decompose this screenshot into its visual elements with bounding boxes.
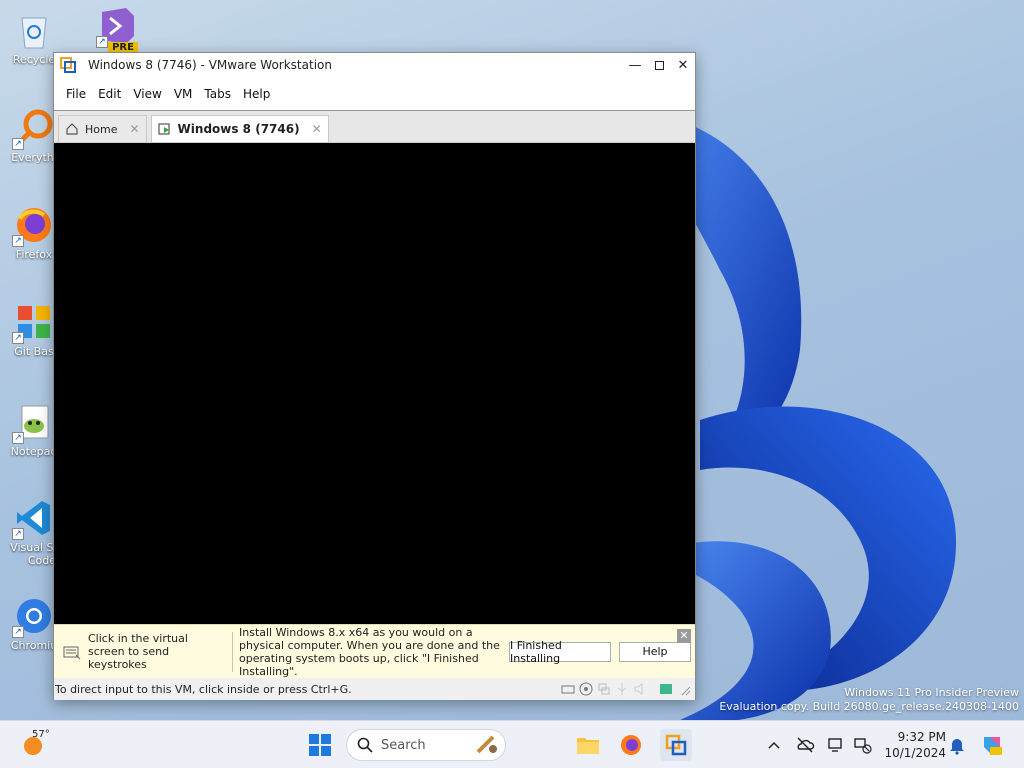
shortcut-arrow-icon: ↗ — [12, 626, 24, 638]
clock-time: 9:32 PM — [897, 730, 946, 744]
search-highlight-icon — [476, 735, 497, 754]
sound-card-icon[interactable] — [633, 682, 647, 696]
maximize-icon — [654, 60, 664, 70]
divider — [232, 631, 233, 672]
display-icon[interactable] — [659, 682, 673, 696]
shortcut-arrow-icon: ↗ — [12, 432, 24, 444]
notepad-plus-plus-icon: ↗ — [12, 402, 54, 444]
tab-label: Windows 8 (7746) — [177, 122, 300, 136]
firefox-icon — [621, 735, 641, 755]
vm-display[interactable] — [54, 143, 695, 624]
clock-date: 10/1/2024 — [884, 746, 946, 760]
taskbar-file-explorer[interactable] — [572, 729, 604, 761]
minimize-button[interactable]: — — [623, 54, 647, 76]
tab-bar: Home ✕ Windows 8 (7746) ✕ — [54, 111, 695, 143]
minimize-icon: — — [628, 57, 642, 73]
tab-label: Home — [85, 122, 118, 136]
shortcut-arrow-icon: ↗ — [96, 36, 108, 48]
keyboard-icon — [63, 646, 81, 659]
tab-home[interactable]: Home ✕ — [58, 115, 147, 142]
menu-help[interactable]: Help — [237, 87, 276, 101]
onedrive-offline-icon[interactable] — [795, 735, 815, 755]
copilot-icon[interactable] — [980, 733, 1004, 757]
recycle-bin-icon — [14, 10, 54, 50]
vmware-icon — [60, 57, 76, 73]
close-icon: ✕ — [677, 57, 689, 73]
display-monitor-icon[interactable] — [826, 735, 846, 755]
network-adapter-icon[interactable] — [597, 682, 611, 696]
usb-icon[interactable] — [615, 682, 629, 696]
menu-vm[interactable]: VM — [168, 87, 199, 101]
title-bar[interactable]: Windows 8 (7746) - VMware Workstation — … — [54, 53, 695, 77]
taskbar-clock[interactable]: 9:32 PM 10/1/2024 — [880, 729, 946, 761]
vm-icon — [157, 123, 170, 135]
hard-disk-icon[interactable] — [561, 682, 575, 696]
tab-close-icon[interactable]: ✕ — [129, 122, 139, 136]
chromium-icon: ↗ — [12, 596, 54, 638]
install-notification-bar: Click in the virtual screen to send keys… — [54, 624, 695, 678]
close-button[interactable]: ✕ — [671, 54, 695, 76]
help-button[interactable]: Help — [619, 641, 691, 662]
visual-studio-preview-icon: ↗ — [96, 6, 138, 48]
taskbar-search-box[interactable]: Search — [346, 729, 506, 761]
vmware-icon — [665, 734, 687, 756]
watermark-line-2: Evaluation copy. Build 26080.ge_release.… — [719, 700, 1019, 713]
status-bar: To direct input to this VM, click inside… — [54, 678, 695, 700]
window-title: Windows 8 (7746) - VMware Workstation — [88, 58, 332, 72]
taskbar-vmware-workstation[interactable] — [660, 729, 692, 761]
shortcut-arrow-icon: ↗ — [12, 235, 24, 247]
weather-widget[interactable]: 57° — [20, 729, 60, 761]
vscode-icon: ↗ — [12, 498, 54, 540]
git-bash-icon: ↗ — [12, 302, 54, 344]
shortcut-arrow-icon: ↗ — [12, 138, 24, 150]
taskbar: 57° Search 9:32 PM 10/1/2024 — [0, 720, 1024, 768]
menu-tabs[interactable]: Tabs — [198, 87, 237, 101]
vmware-window: Windows 8 (7746) - VMware Workstation — … — [53, 52, 696, 700]
file-explorer-icon — [577, 738, 599, 754]
home-icon — [66, 123, 78, 135]
menu-file[interactable]: File — [60, 87, 92, 101]
notification-bell-icon[interactable] — [947, 735, 967, 755]
taskbar-firefox[interactable] — [615, 729, 647, 761]
shortcut-arrow-icon: ↗ — [12, 528, 24, 540]
search-placeholder: Search — [381, 737, 426, 753]
start-button[interactable] — [308, 733, 332, 757]
weather-temperature: 57° — [32, 729, 50, 740]
maximize-button[interactable] — [647, 54, 671, 76]
menu-view[interactable]: View — [127, 87, 167, 101]
network-disconnected-icon[interactable] — [852, 735, 872, 755]
tab-windows-8-vm[interactable]: Windows 8 (7746) ✕ — [150, 115, 329, 142]
evaluation-watermark: Windows 11 Pro Insider Preview Evaluatio… — [719, 686, 1019, 714]
install-instructions-text: Install Windows 8.x x64 as you would on … — [239, 625, 500, 678]
keystroke-hint-text: Click in the virtual screen to send keys… — [88, 632, 188, 671]
chevron-up-icon[interactable] — [764, 735, 784, 755]
watermark-line-1: Windows 11 Pro Insider Preview — [844, 686, 1019, 699]
tab-close-icon[interactable]: ✕ — [312, 122, 322, 136]
everything-search-icon: ↗ — [12, 108, 54, 150]
status-text: To direct input to this VM, click inside… — [55, 682, 352, 696]
menu-edit[interactable]: Edit — [92, 87, 127, 101]
i-finished-installing-button[interactable]: I Finished Installing — [509, 639, 611, 665]
menu-bar: File Edit View VM Tabs Help — [54, 77, 695, 111]
close-notification-icon[interactable]: ✕ — [677, 629, 691, 643]
desktop-icon-visual-studio-preview[interactable]: ↗ PRE — [88, 6, 148, 53]
cd-dvd-icon[interactable] — [579, 682, 593, 696]
shortcut-arrow-icon: ↗ — [12, 332, 24, 344]
resize-grip-icon[interactable] — [677, 682, 691, 696]
firefox-icon: ↗ — [12, 205, 54, 247]
search-icon — [357, 737, 373, 753]
